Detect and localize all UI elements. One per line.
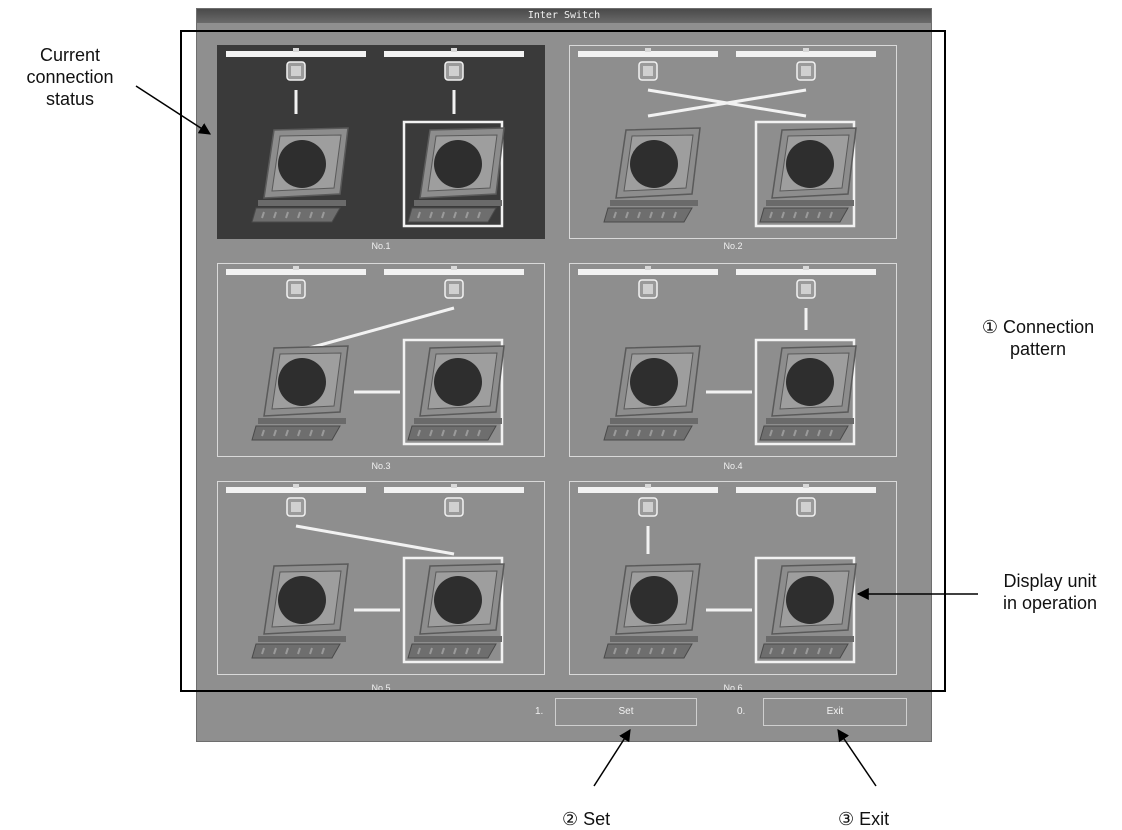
pattern-2-diagram: [578, 48, 876, 228]
pattern-panel-4[interactable]: [569, 263, 897, 457]
transceiver-icon: [444, 279, 464, 299]
transceiver-icon: [796, 497, 816, 517]
display-unit-icon: [759, 345, 857, 441]
display-unit-icon: [603, 345, 701, 441]
pattern-3-diagram: [226, 266, 524, 446]
pattern-1-label: No.1: [371, 241, 391, 251]
pattern-6-diagram: [578, 484, 876, 664]
display-unit-icon: [407, 563, 505, 659]
connection-line: [301, 306, 455, 352]
display-unit-icon: [251, 345, 349, 441]
pattern-4-diagram: [578, 266, 876, 446]
transceiver-icon: [638, 497, 658, 517]
transceiver-icon: [286, 61, 306, 81]
pattern-1-diagram: [226, 48, 524, 228]
pattern-6-label: No.6: [723, 683, 743, 693]
annotation-current-status: Current connection status: [26, 45, 114, 109]
display-unit-icon: [759, 563, 857, 659]
display-unit-icon: [251, 563, 349, 659]
window-title: Inter Switch: [197, 9, 931, 23]
pattern-panel-6[interactable]: [569, 481, 897, 675]
transceiver-icon: [638, 61, 658, 81]
connection-line: [295, 524, 455, 556]
transceiver-icon: [796, 61, 816, 81]
annotation-exit: ③ Exit: [838, 809, 890, 829]
pattern-5-diagram: [226, 484, 524, 664]
set-button-number: 1.: [535, 706, 544, 717]
display-unit-icon: [251, 127, 349, 223]
pattern-4-label: No.4: [723, 461, 743, 471]
transceiver-icon: [286, 279, 306, 299]
display-unit-icon: [603, 127, 701, 223]
display-unit-icon: [759, 127, 857, 223]
transceiver-icon: [796, 279, 816, 299]
transceiver-icon: [286, 497, 306, 517]
annotation-connection-pattern: ① Connection pattern: [981, 317, 1095, 359]
pattern-panel-2[interactable]: [569, 45, 897, 239]
pattern-5-label: No.5: [371, 683, 391, 693]
pattern-3-label: No.3: [371, 461, 391, 471]
display-unit-icon: [407, 345, 505, 441]
annotation-set: ② Set: [562, 809, 611, 829]
pattern-panel-5[interactable]: [217, 481, 545, 675]
pattern-2-label: No.2: [723, 241, 743, 251]
transceiver-icon: [638, 279, 658, 299]
exit-button[interactable]: Exit: [763, 698, 907, 726]
display-unit-icon: [407, 127, 505, 223]
transceiver-icon: [444, 497, 464, 517]
transceiver-icon: [444, 61, 464, 81]
set-button[interactable]: Set: [555, 698, 697, 726]
display-unit-icon: [603, 563, 701, 659]
pattern-panel-1[interactable]: [217, 45, 545, 239]
inter-switch-window: Inter Switch No.1 No.2 No.3 No.4 No.5 No…: [196, 8, 932, 742]
exit-button-number: 0.: [737, 706, 746, 717]
annotation-display-unit: Display unit in operation: [1002, 571, 1098, 613]
pattern-panel-3[interactable]: [217, 263, 545, 457]
